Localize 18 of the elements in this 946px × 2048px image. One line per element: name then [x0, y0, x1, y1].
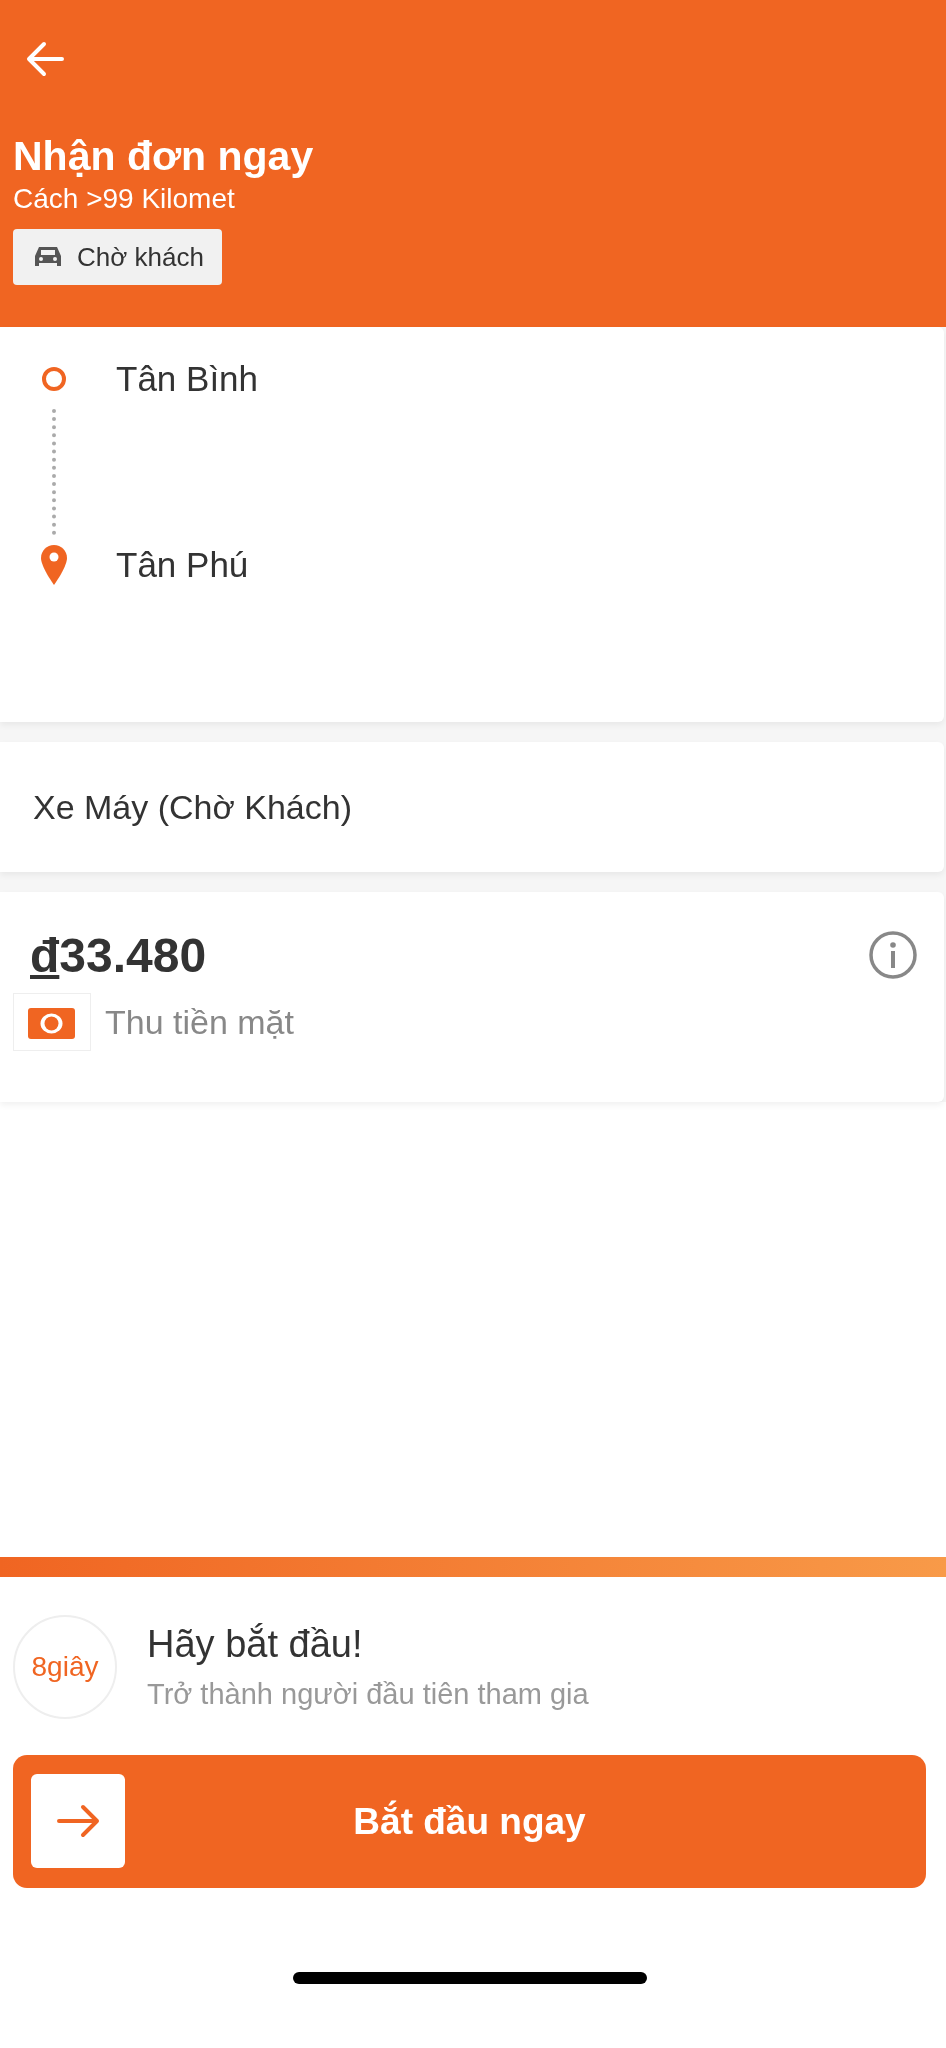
headline: Hãy bắt đầu! — [147, 1623, 364, 1666]
circle-icon — [41, 366, 67, 392]
currency-symbol: đ — [30, 928, 60, 983]
stop-name: Tân Bình — [116, 359, 259, 399]
vehicle-type: Xe Máy (Chờ Khách) — [33, 787, 352, 827]
arrow-right-icon — [31, 1774, 125, 1868]
start-button[interactable]: Bắt đầu ngay — [13, 1755, 926, 1888]
page-title: Nhận đơn ngay — [13, 134, 314, 180]
info-icon[interactable] — [868, 930, 918, 980]
stop-name: Tân Phú — [116, 545, 249, 585]
hint-text: Trở thành người đầu tiên tham gia — [147, 1678, 589, 1711]
ride-type-tag: Chờ khách — [13, 229, 222, 286]
price-amount: 33.480 — [59, 928, 207, 983]
distance-text: Cách >99 Kilomet — [13, 183, 235, 216]
location-pin-icon — [41, 545, 67, 585]
cash-icon — [13, 993, 91, 1051]
payment-method: Thu tiền mặt — [105, 1002, 294, 1042]
countdown-timer: 8giây — [13, 1615, 117, 1719]
